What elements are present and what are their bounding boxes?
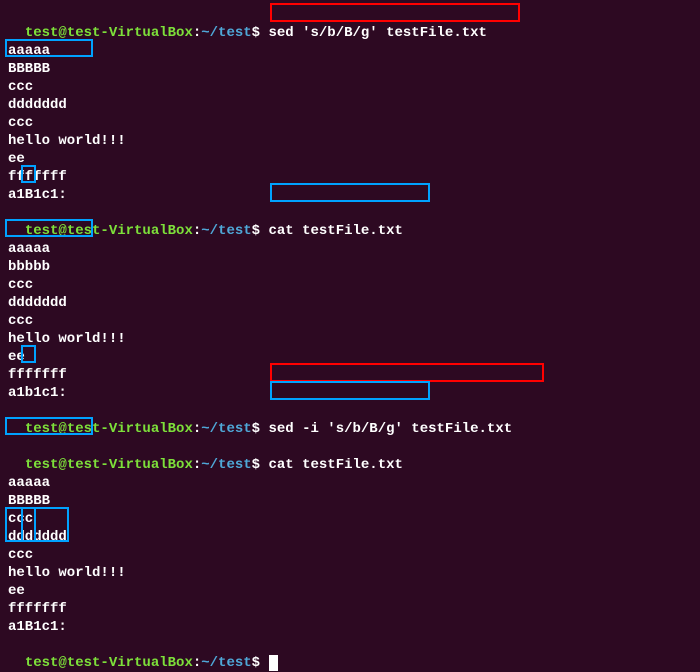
prompt-path: ~/test [201, 223, 251, 239]
prompt-line-1: test@test-VirtualBox:~/test$ sed 's/b/B/… [8, 6, 692, 42]
output-line: fffffff [8, 600, 692, 618]
command-2: cat testFile.txt [268, 223, 402, 239]
output-line: ccc [8, 312, 692, 330]
command-4: cat testFile.txt [268, 457, 402, 473]
output-line: ee [8, 348, 692, 366]
output-line: aaaaa [8, 240, 692, 258]
prompt-sep: : [193, 223, 201, 239]
output-line: hello world!!! [8, 132, 692, 150]
output-line: fffffff [8, 366, 692, 384]
command-3: sed -i 's/b/B/g' testFile.txt [268, 421, 512, 437]
output-line: hello world!!! [8, 564, 692, 582]
output-line: ee [8, 150, 692, 168]
output-line: aaaaa [8, 42, 692, 60]
prompt-user: test@test-VirtualBox [25, 25, 193, 41]
output-line: a1b1c1: [8, 384, 692, 402]
output-line: BBBBB [8, 60, 692, 78]
prompt-user: test@test-VirtualBox [25, 655, 193, 671]
prompt-path: ~/test [201, 655, 251, 671]
output-line: ccc [8, 78, 692, 96]
output-line: a1B1c1: [8, 618, 692, 636]
output-line: BBBBB [8, 492, 692, 510]
prompt-user: test@test-VirtualBox [25, 457, 193, 473]
command-1: sed 's/b/B/g' testFile.txt [268, 25, 486, 41]
prompt-line-2: test@test-VirtualBox:~/test$ cat testFil… [8, 204, 692, 240]
prompt-marker: $ [252, 421, 260, 437]
prompt-line-5[interactable]: test@test-VirtualBox:~/test$ [8, 636, 692, 672]
prompt-marker: $ [252, 655, 260, 671]
output-line: ccc [8, 510, 692, 528]
output-line: fffffff [8, 168, 692, 186]
prompt-path: ~/test [201, 25, 251, 41]
output-line: ddddddd [8, 294, 692, 312]
prompt-line-4: test@test-VirtualBox:~/test$ cat testFil… [8, 438, 692, 474]
prompt-sep: : [193, 655, 201, 671]
output-line: ccc [8, 546, 692, 564]
output-line: ee [8, 582, 692, 600]
prompt-marker: $ [252, 457, 260, 473]
output-line: ddddddd [8, 96, 692, 114]
output-line: hello world!!! [8, 330, 692, 348]
prompt-sep: : [193, 421, 201, 437]
output-line: ccc [8, 276, 692, 294]
prompt-line-3: test@test-VirtualBox:~/test$ sed -i 's/b… [8, 402, 692, 438]
prompt-user: test@test-VirtualBox [25, 223, 193, 239]
prompt-sep: : [193, 457, 201, 473]
prompt-path: ~/test [201, 457, 251, 473]
prompt-marker: $ [252, 223, 260, 239]
prompt-sep: : [193, 25, 201, 41]
prompt-path: ~/test [201, 421, 251, 437]
prompt-marker: $ [252, 25, 260, 41]
output-line: ccc [8, 114, 692, 132]
prompt-user: test@test-VirtualBox [25, 421, 193, 437]
output-line: aaaaa [8, 474, 692, 492]
output-line: ddddddd [8, 528, 692, 546]
output-line: a1B1c1: [8, 186, 692, 204]
terminal-cursor[interactable] [269, 655, 278, 671]
output-line: bbbbb [8, 258, 692, 276]
